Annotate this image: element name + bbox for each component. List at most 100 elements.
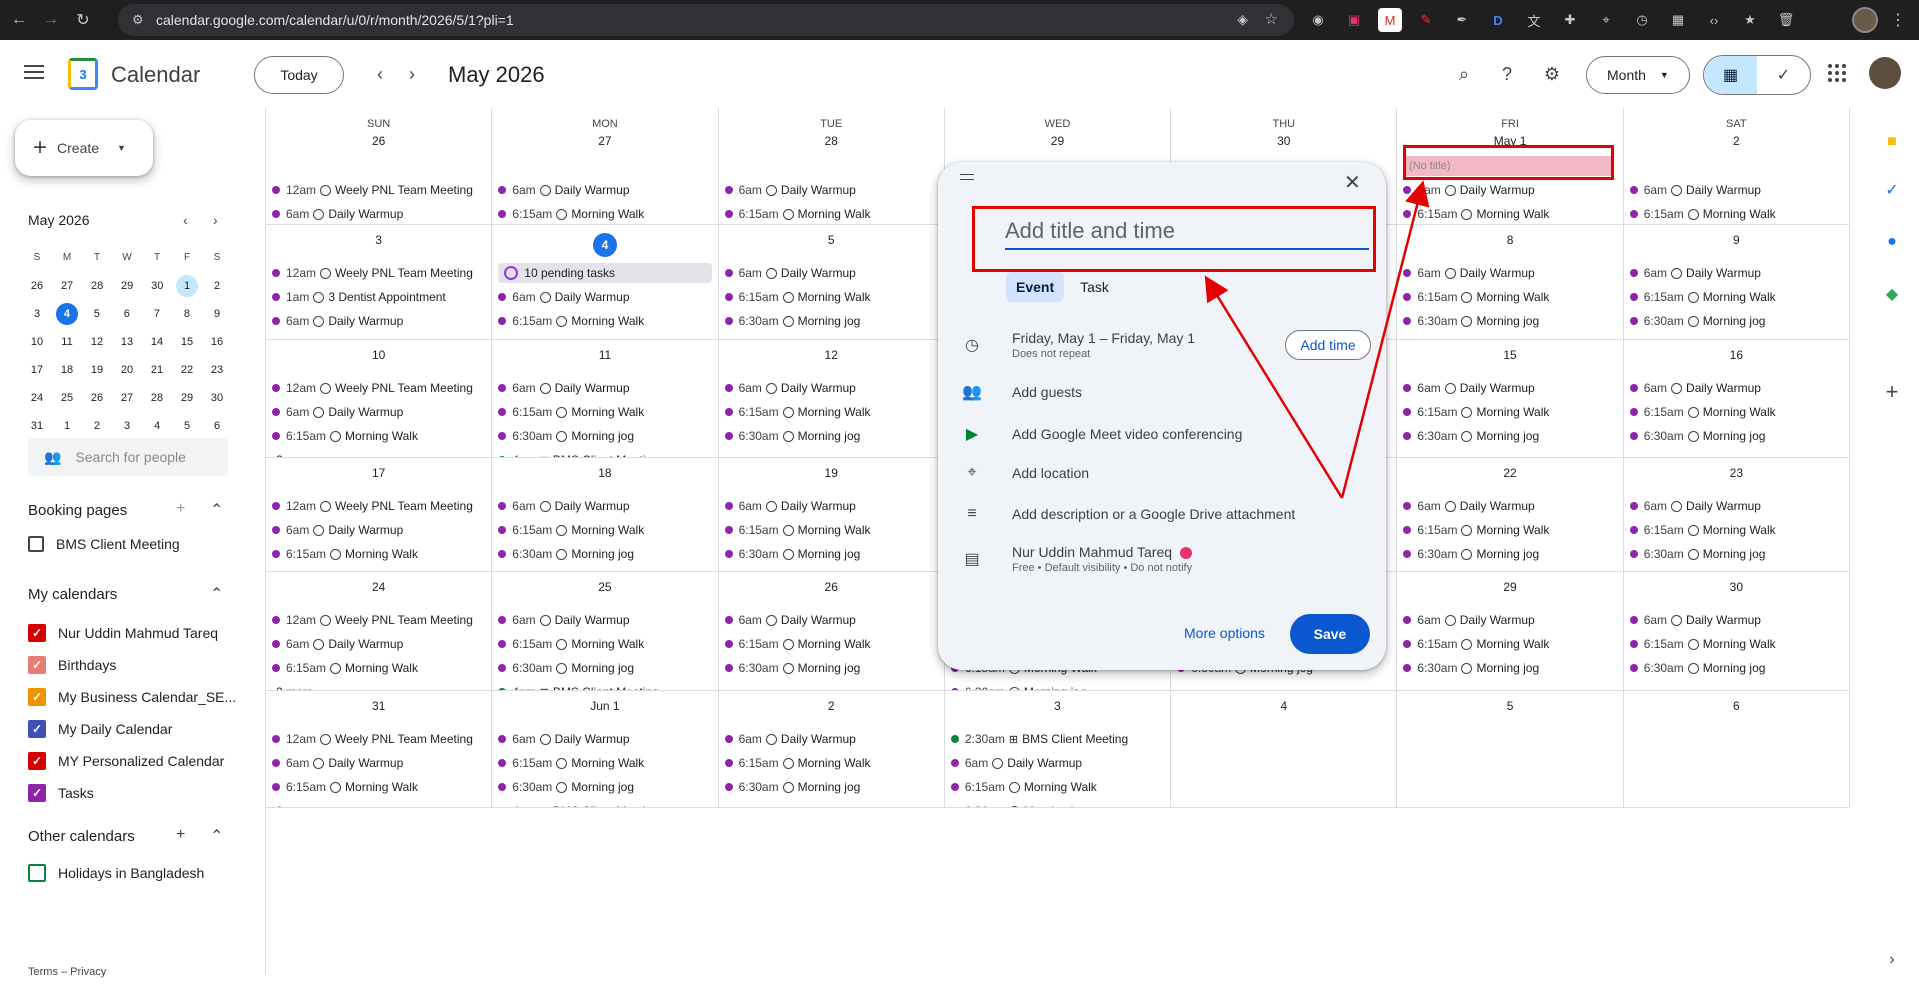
event-chip[interactable]: 6am Daily Warmup bbox=[498, 610, 711, 630]
calendar-list-item[interactable]: ✓ My Business Calendar_SE... bbox=[28, 688, 236, 706]
paint-extension-icon[interactable]: ✎ bbox=[1414, 8, 1438, 32]
event-chip[interactable]: 6:30amMorning jog bbox=[498, 658, 711, 678]
event-chip[interactable]: 6:15am Morning Walk bbox=[724, 634, 938, 654]
mini-calendar-day[interactable]: 11 bbox=[52, 331, 82, 353]
feather-extension-icon[interactable]: ✒ bbox=[1450, 8, 1474, 32]
event-chip[interactable]: 6:30amMorning jog bbox=[724, 426, 938, 446]
event-chip[interactable]: 6:15am Morning Walk bbox=[1629, 287, 1843, 307]
location-row[interactable]: ⌖ Add location bbox=[962, 464, 1089, 482]
help-icon[interactable]: ? bbox=[1495, 62, 1519, 86]
day-cell[interactable]: 3 12am Weely PNL Team Meeting 1am 3 Dentist … bbox=[266, 225, 493, 340]
event-chip[interactable]: 6:30amMorning jog bbox=[1629, 311, 1843, 331]
day-number[interactable]: 31 bbox=[266, 699, 491, 713]
day-number[interactable]: 3 bbox=[266, 233, 491, 247]
mini-calendar-day[interactable]: 1 bbox=[52, 415, 82, 437]
day-number[interactable]: 17 bbox=[266, 466, 491, 480]
drag-handle-icon[interactable] bbox=[960, 174, 974, 180]
event-chip[interactable]: 6:15am Morning Walk bbox=[1629, 204, 1843, 224]
prev-month-icon[interactable]: ‹ bbox=[368, 64, 392, 85]
day-number[interactable]: 12 bbox=[719, 348, 944, 362]
mini-calendar-day[interactable]: 23 bbox=[202, 359, 232, 381]
event-chip[interactable]: 6am Daily Warmup bbox=[1629, 263, 1843, 283]
code-icon[interactable]: ‹› bbox=[1702, 8, 1726, 32]
mini-calendar-day[interactable]: 20 bbox=[112, 359, 142, 381]
day-number[interactable]: 2 bbox=[719, 699, 944, 713]
event-chip[interactable]: 6am Daily Warmup bbox=[724, 263, 938, 283]
calendar-list-item[interactable]: ✓ Tasks bbox=[28, 784, 94, 802]
mini-calendar-day[interactable]: 29 bbox=[172, 387, 202, 409]
camera-extension-icon[interactable]: ◉ bbox=[1306, 8, 1330, 32]
event-chip[interactable]: 6am Daily Warmup bbox=[1629, 180, 1843, 200]
day-number[interactable]: 9 bbox=[1624, 233, 1849, 247]
mini-calendar-day[interactable]: 9 bbox=[202, 303, 232, 325]
event-chip[interactable]: 6:15am Morning Walk bbox=[1403, 204, 1616, 224]
event-chip[interactable]: 6am Daily Warmup bbox=[1403, 496, 1616, 516]
day-number[interactable]: 2 bbox=[1624, 134, 1849, 148]
event-chip[interactable]: 6am Daily Warmup bbox=[724, 180, 938, 200]
event-chip[interactable]: 6am Daily Warmup bbox=[724, 378, 938, 398]
calendar-list-item[interactable]: Holidays in Bangladesh bbox=[28, 864, 204, 882]
event-chip[interactable]: 12am Weely PNL Team Meeting bbox=[272, 496, 485, 516]
today-button[interactable]: Today bbox=[254, 56, 344, 94]
event-chip[interactable]: 6am Daily Warmup bbox=[498, 496, 711, 516]
day-cell[interactable]: 6 bbox=[1623, 691, 1850, 808]
event-chip[interactable]: 6:15am Morning Walk bbox=[272, 544, 485, 564]
event-chip[interactable]: 6am Daily Warmup bbox=[498, 378, 711, 398]
event-chip[interactable]: 6:30amMorning jog bbox=[724, 544, 938, 564]
day-cell[interactable]: 22 6am Daily Warmup 6:15am Morning Walk 6:30a… bbox=[1397, 458, 1624, 572]
event-chip[interactable]: 6:15am Morning Walk bbox=[1403, 634, 1616, 654]
view-selector[interactable]: Month ▼ bbox=[1586, 56, 1690, 94]
day-number[interactable]: 30 bbox=[1624, 580, 1849, 594]
day-number[interactable]: 19 bbox=[719, 466, 944, 480]
search-icon[interactable]: ⌕ bbox=[1452, 62, 1476, 86]
keep-icon[interactable]: ■ bbox=[1882, 132, 1902, 152]
day-cell[interactable]: 23 6am Daily Warmup 6:15am Morning Walk 6:30a… bbox=[1623, 458, 1850, 572]
event-chip[interactable]: 6am Daily Warmup bbox=[1629, 378, 1843, 398]
day-cell[interactable]: 2 6am Daily Warmup 6:15am Morning Walk 6:30am… bbox=[718, 691, 945, 808]
day-number[interactable]: 4 bbox=[492, 233, 717, 257]
day-number[interactable]: 22 bbox=[1397, 466, 1622, 480]
day-number[interactable]: 16 bbox=[1624, 348, 1849, 362]
history-icon[interactable]: ◷ bbox=[1630, 8, 1654, 32]
event-chip[interactable]: 6:30amMorning jog bbox=[724, 658, 938, 678]
main-menu-icon[interactable] bbox=[24, 65, 44, 79]
event-chip[interactable]: 6:15am Morning Walk bbox=[724, 520, 938, 540]
day-number[interactable]: 23 bbox=[1624, 466, 1849, 480]
day-cell[interactable]: 5 bbox=[1397, 691, 1624, 808]
expand-panel-icon[interactable]: › bbox=[1882, 950, 1902, 970]
event-chip[interactable]: 6:15am Morning Walk bbox=[498, 753, 711, 773]
puzzle-icon[interactable]: ✚ bbox=[1558, 8, 1582, 32]
mini-prev-icon[interactable]: ‹ bbox=[183, 212, 188, 228]
settings-gear-icon[interactable]: ⚙ bbox=[1540, 62, 1564, 86]
event-chip[interactable]: 6:15am Morning Walk bbox=[1629, 520, 1843, 540]
event-chip[interactable]: 6:30amMorning jog bbox=[950, 682, 1164, 690]
day-number[interactable]: 6 bbox=[1624, 699, 1849, 713]
day-cell[interactable]: 15 6am Daily Warmup 6:15am Morning Walk 6:30a… bbox=[1397, 340, 1624, 458]
star-list-icon[interactable]: ★ bbox=[1738, 8, 1762, 32]
checkbox-unchecked-icon[interactable] bbox=[28, 864, 46, 882]
calendar-view-icon[interactable]: ▦ bbox=[1704, 56, 1757, 94]
day-cell[interactable]: 5 6am Daily Warmup 6:15am Morning Walk 6:30am… bbox=[718, 225, 945, 340]
event-chip[interactable]: 6am Daily Warmup bbox=[1403, 378, 1616, 398]
day-number[interactable]: 4 bbox=[1171, 699, 1396, 713]
event-chip[interactable]: 6:15am Morning Walk bbox=[724, 287, 938, 307]
mini-calendar-day[interactable]: 24 bbox=[22, 387, 52, 409]
day-number[interactable]: 5 bbox=[1397, 699, 1622, 713]
event-chip[interactable]: 6am Daily Warmup bbox=[498, 180, 711, 200]
mini-calendar-day[interactable]: 18 bbox=[52, 359, 82, 381]
event-chip[interactable]: 6:15am Morning Walk bbox=[272, 777, 485, 797]
description-row[interactable]: ≡ Add description or a Google Drive atta… bbox=[962, 505, 1295, 523]
tab-grid-icon[interactable]: ▦ bbox=[1666, 8, 1690, 32]
day-number[interactable]: Jun 1 bbox=[492, 699, 717, 713]
lens-icon[interactable]: ◈ bbox=[1237, 11, 1248, 28]
more-events-link[interactable]: 2 more bbox=[272, 801, 485, 807]
event-chip[interactable]: 6am Daily Warmup bbox=[724, 610, 938, 630]
checkbox-checked-icon[interactable]: ✓ bbox=[28, 752, 46, 770]
account-avatar[interactable] bbox=[1869, 57, 1901, 89]
booking-page-item[interactable]: BMS Client Meeting bbox=[28, 536, 180, 552]
mini-calendar-day[interactable]: 30 bbox=[202, 387, 232, 409]
maps-icon[interactable]: ◆ bbox=[1882, 284, 1902, 304]
mini-calendar-day[interactable]: 15 bbox=[172, 331, 202, 353]
event-chip[interactable]: 6:15am Morning Walk bbox=[498, 311, 711, 331]
d-extension-icon[interactable]: D bbox=[1486, 8, 1510, 32]
